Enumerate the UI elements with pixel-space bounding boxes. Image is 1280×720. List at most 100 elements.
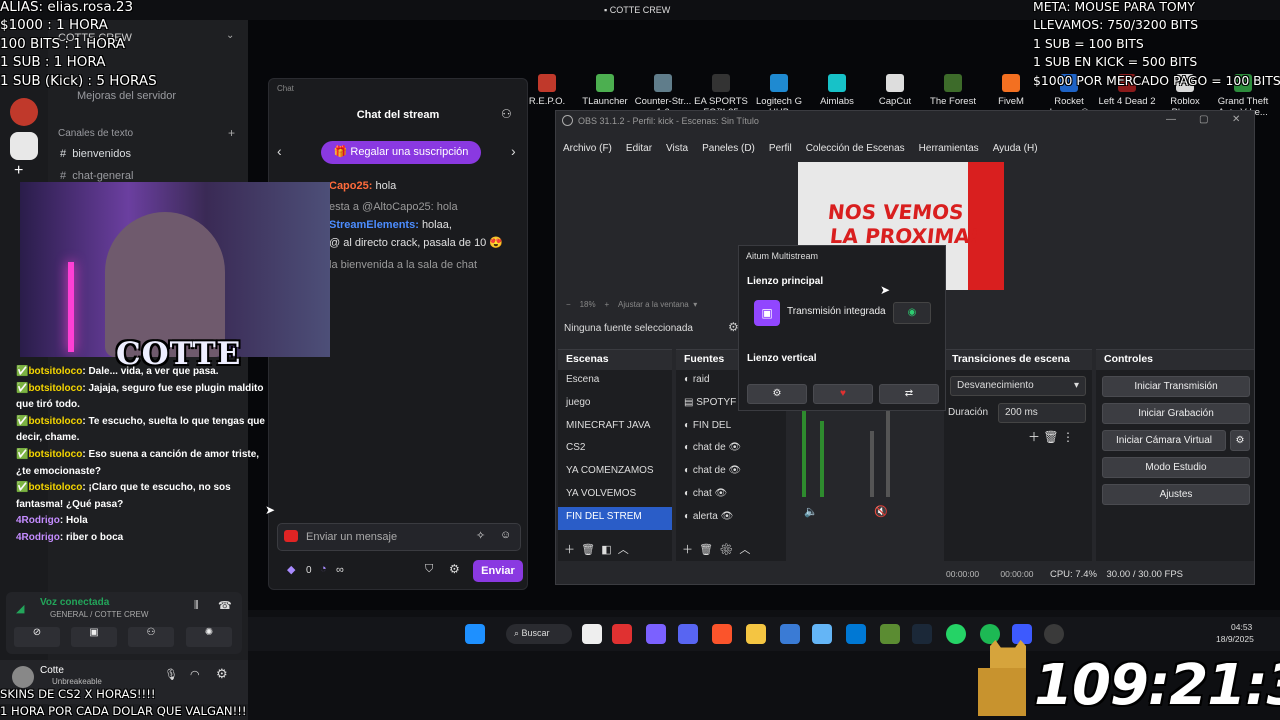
eye-icon[interactable]: 👁: [728, 442, 741, 453]
folder-icon[interactable]: [746, 624, 766, 644]
message-input[interactable]: Enviar un mensaje ✧ ☺: [277, 523, 521, 551]
menu-editar[interactable]: Editar: [626, 143, 652, 154]
source-item[interactable]: ◐ chat 👁: [676, 484, 786, 507]
desktop-icon-capcut[interactable]: CapCut: [866, 74, 924, 114]
eye-icon[interactable]: 👁: [721, 511, 734, 522]
virtual-cam-settings-icon[interactable]: ⚙: [1230, 430, 1250, 451]
points-icon[interactable]: ◆: [287, 563, 295, 576]
channel-bienvenidos[interactable]: # bienvenidos: [60, 148, 131, 160]
menu-colecciones[interactable]: Colección de Escenas: [806, 143, 905, 154]
add-icon[interactable]: ＋: [564, 544, 575, 556]
scene-item[interactable]: MINECRAFT JAVA: [558, 416, 672, 439]
duration-input[interactable]: 200 ms: [998, 403, 1086, 423]
scene-item[interactable]: CS2: [558, 438, 672, 461]
start-recording-button[interactable]: Iniciar Grabación: [1102, 403, 1250, 424]
muted-speaker-icon[interactable]: 🔇: [874, 505, 888, 518]
add-icon[interactable]: ＋: [1028, 430, 1040, 444]
app-icon[interactable]: [612, 624, 632, 644]
avatar[interactable]: [12, 666, 34, 688]
source-item[interactable]: ◐ alerta 👁: [676, 507, 786, 530]
taskbar-date[interactable]: 18/9/2025: [1216, 634, 1254, 644]
menu-paneles[interactable]: Paneles (D): [702, 143, 755, 154]
outlook-icon[interactable]: [846, 624, 866, 644]
minecraft-icon[interactable]: [880, 624, 900, 644]
up-arrow-icon[interactable]: ︿: [618, 544, 629, 556]
add-channel-icon[interactable]: +: [228, 126, 235, 140]
more-icon[interactable]: ⋮: [1062, 430, 1074, 444]
soundboard-icon[interactable]: ⫼: [194, 600, 199, 611]
menu-ayuda[interactable]: Ayuda (H): [993, 143, 1038, 154]
scene-item[interactable]: YA COMENZAMOS: [558, 461, 672, 484]
chat-username[interactable]: StreamElements:: [329, 219, 419, 231]
start-virtual-cam-button[interactable]: Iniciar Cámara Virtual: [1102, 430, 1226, 451]
close-icon[interactable]: ✕: [1232, 114, 1240, 125]
camera-button[interactable]: ⊘: [14, 627, 60, 647]
source-item[interactable]: ◐ chat de 👁: [676, 461, 786, 484]
add-server-icon[interactable]: +: [14, 162, 23, 180]
scene-item[interactable]: Escena: [558, 370, 672, 393]
trash-icon[interactable]: 🗑: [1043, 430, 1058, 444]
filter-icon[interactable]: ◧: [601, 544, 611, 556]
minimize-icon[interactable]: —: [1166, 114, 1176, 125]
zoom-controls[interactable]: − 18% + Ajustar a la ventana ▾: [566, 300, 697, 309]
desktop-icon-aimlabs[interactable]: Aimlabs: [808, 74, 866, 114]
server-boost-link[interactable]: Mejoras del servidor: [77, 90, 176, 102]
desktop-icon-counter-strike[interactable]: Counter-Str... 1.6: [634, 74, 692, 118]
settings-gear-icon[interactable]: ⚙: [719, 544, 733, 556]
shield-icon[interactable]: ⛉: [425, 563, 433, 576]
start-stream-button[interactable]: Iniciar Transmisión: [1102, 376, 1250, 397]
emote-icon[interactable]: [284, 530, 298, 542]
taskbar-search[interactable]: ⌕ Buscar: [506, 624, 572, 644]
taskbar-time[interactable]: 04:53: [1231, 622, 1252, 632]
sparkle-icon[interactable]: ✧: [476, 529, 485, 542]
windows-start-icon[interactable]: [465, 624, 485, 644]
source-item[interactable]: ◐ FIN DEL: [676, 416, 786, 439]
desktop-icon-ea-fc[interactable]: EA SPORTS FC™ 25: [692, 74, 750, 118]
next-arrow-icon[interactable]: ›: [511, 143, 516, 159]
up-arrow-icon[interactable]: ︿: [739, 544, 750, 556]
add-icon[interactable]: ＋: [682, 544, 693, 556]
menu-perfil[interactable]: Perfil: [769, 143, 792, 154]
soundboard-button[interactable]: ✺: [186, 627, 232, 647]
settings-gear-icon[interactable]: ⚙: [216, 666, 228, 682]
text-channels-category[interactable]: Canales de texto: [58, 128, 133, 139]
screen-share-button[interactable]: ▣: [71, 627, 117, 647]
multistream-share-button[interactable]: ⇄: [879, 384, 939, 404]
settings-gear-icon[interactable]: ⚙: [449, 562, 460, 576]
copilot-icon[interactable]: [646, 624, 666, 644]
user-name[interactable]: Cotte: [40, 665, 64, 676]
headphones-icon[interactable]: ◠: [190, 668, 200, 681]
store-icon[interactable]: [780, 624, 800, 644]
menu-archivo[interactable]: Archivo (F): [563, 143, 612, 154]
voice-channel[interactable]: GENERAL / COTTE CREW: [50, 610, 148, 619]
eye-icon[interactable]: 👁: [715, 488, 728, 499]
prev-arrow-icon[interactable]: ‹: [277, 143, 282, 159]
server-icon[interactable]: [10, 98, 38, 126]
desktop-icon-tlauncher[interactable]: TLauncher: [576, 74, 634, 114]
menu-vista[interactable]: Vista: [666, 143, 688, 154]
eye-icon[interactable]: 👁: [728, 465, 741, 476]
maximize-icon[interactable]: ▢: [1199, 114, 1208, 125]
send-button[interactable]: Enviar: [473, 560, 523, 582]
activity-button[interactable]: ⚇: [128, 627, 174, 647]
photos-icon[interactable]: [812, 624, 832, 644]
source-item[interactable]: ◐ chat de 👁: [676, 438, 786, 461]
trash-icon[interactable]: 🗑: [581, 544, 595, 556]
gift-sub-button[interactable]: 🎁 Regalar una suscripción: [321, 141, 481, 164]
steam-icon[interactable]: [912, 624, 932, 644]
microphone-icon[interactable]: 🎙: [164, 668, 178, 681]
file-explorer-icon[interactable]: [582, 624, 602, 644]
whatsapp-icon[interactable]: [946, 624, 966, 644]
stream-toggle-button[interactable]: ◉: [893, 302, 931, 324]
trash-icon[interactable]: 🗑: [699, 544, 713, 556]
studio-mode-button[interactable]: Modo Estudio: [1102, 457, 1250, 478]
transition-select[interactable]: Desvanecimiento ▾: [950, 376, 1086, 396]
discord-icon[interactable]: [678, 624, 698, 644]
scene-item[interactable]: juego: [558, 393, 672, 416]
brave-icon[interactable]: [712, 624, 732, 644]
scene-item-selected[interactable]: FIN DEL STREM: [558, 506, 672, 530]
channel-chat-general[interactable]: # chat-general: [60, 170, 133, 182]
desktop-icon-logitech[interactable]: Logitech G HUB: [750, 74, 808, 118]
desktop-icon-fivem[interactable]: FiveM: [982, 74, 1040, 114]
obs-icon[interactable]: [1044, 624, 1064, 644]
